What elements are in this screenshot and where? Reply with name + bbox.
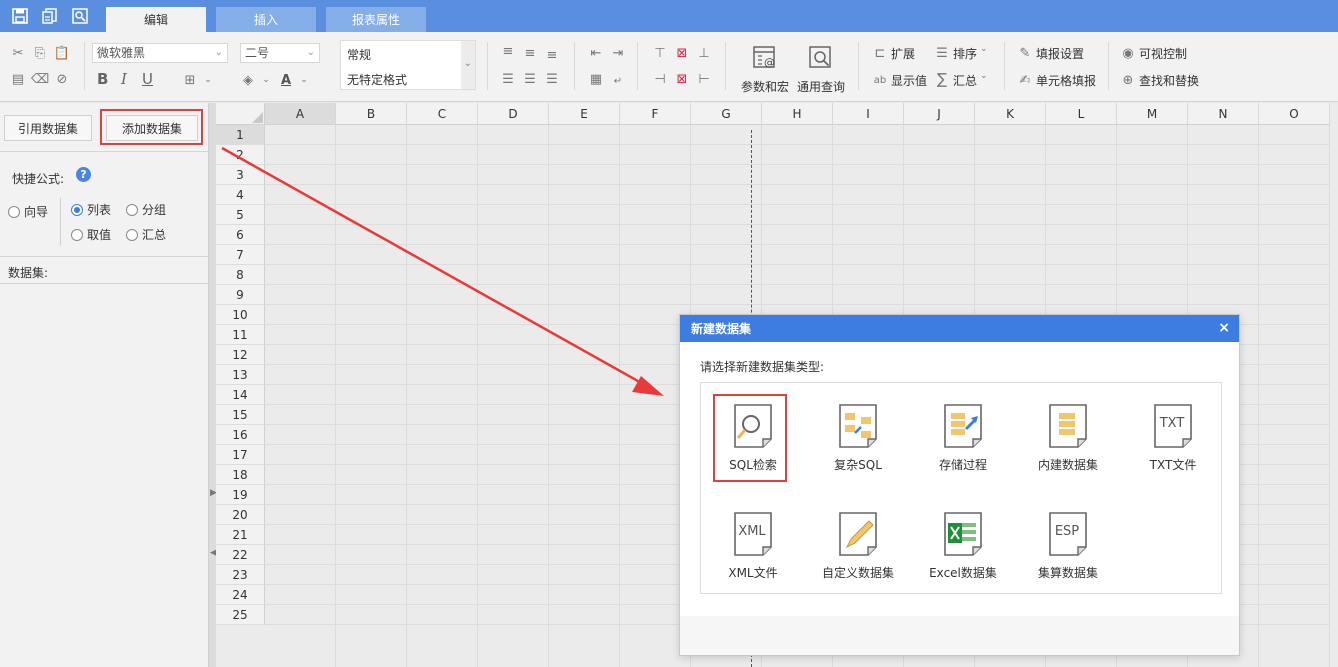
dataset-type-label: Excel数据集 [929,566,997,580]
dataset-type-excel-dataset[interactable]: Excel数据集 [918,501,1008,591]
svg-text:ESP: ESP [1055,524,1079,539]
dialog-title: 新建数据集 [691,322,752,336]
dataset-type-label: 自定义数据集 [821,566,894,580]
dataset-type-list: SQL检索 复杂SQL 存储过程 内建数据集 TXT TXT文件 XML XML文件 自定义数据… [700,382,1222,594]
svg-text:XML: XML [738,524,766,539]
close-icon[interactable]: × [1218,320,1230,336]
dataset-type-label: XML文件 [728,566,778,580]
dataset-type-label: 复杂SQL [834,458,882,472]
dialog-body: 请选择新建数据集类型: SQL检索 复杂SQL 存储过程 内建数据集 TXT TXT文件 X… [680,342,1239,616]
xml-file-icon: XML [732,511,774,560]
svg-text:TXT: TXT [1159,416,1185,431]
dataset-type-custom-dataset[interactable]: 自定义数据集 [813,501,903,591]
dataset-type-complex-sql[interactable]: 复杂SQL [813,393,903,483]
dataset-type-label: TXT文件 [1149,458,1197,472]
builtin-dataset-icon [1047,403,1089,452]
dataset-type-stored-procedure[interactable]: 存储过程 [918,393,1008,483]
dialog-header: 新建数据集 × [680,315,1239,342]
dataset-type-builtin-dataset[interactable]: 内建数据集 [1023,393,1113,483]
new-dataset-dialog: 新建数据集 × 请选择新建数据集类型: SQL检索 复杂SQL 存储过程 内建数据集 T… [679,314,1240,656]
custom-dataset-icon [837,511,879,560]
dialog-prompt: 请选择新建数据集类型: [700,360,825,374]
dataset-type-label: 存储过程 [938,458,987,472]
complex-sql-icon [837,403,879,452]
dataset-type-txt-file[interactable]: TXT TXT文件 [1128,393,1218,483]
stored-procedure-icon [942,403,984,452]
highlight-box [713,394,787,482]
esproc-dataset-icon: ESP [1047,511,1089,560]
txt-file-icon: TXT [1152,403,1194,452]
dataset-type-label: 内建数据集 [1037,458,1098,472]
excel-dataset-icon [942,511,984,560]
dataset-type-xml-file[interactable]: XML XML文件 [708,501,798,591]
dataset-type-esproc-dataset[interactable]: ESP 集算数据集 [1023,501,1113,591]
dataset-type-label: 集算数据集 [1037,566,1098,580]
